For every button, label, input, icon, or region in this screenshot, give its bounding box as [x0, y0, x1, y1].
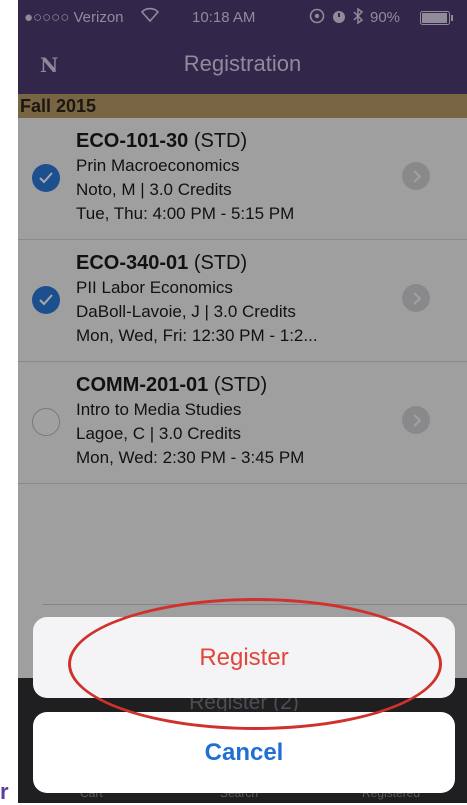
cropped-left-glyph: r	[0, 779, 9, 804]
cancel-button[interactable]: Cancel	[33, 712, 455, 793]
register-button[interactable]: Register	[33, 617, 455, 698]
